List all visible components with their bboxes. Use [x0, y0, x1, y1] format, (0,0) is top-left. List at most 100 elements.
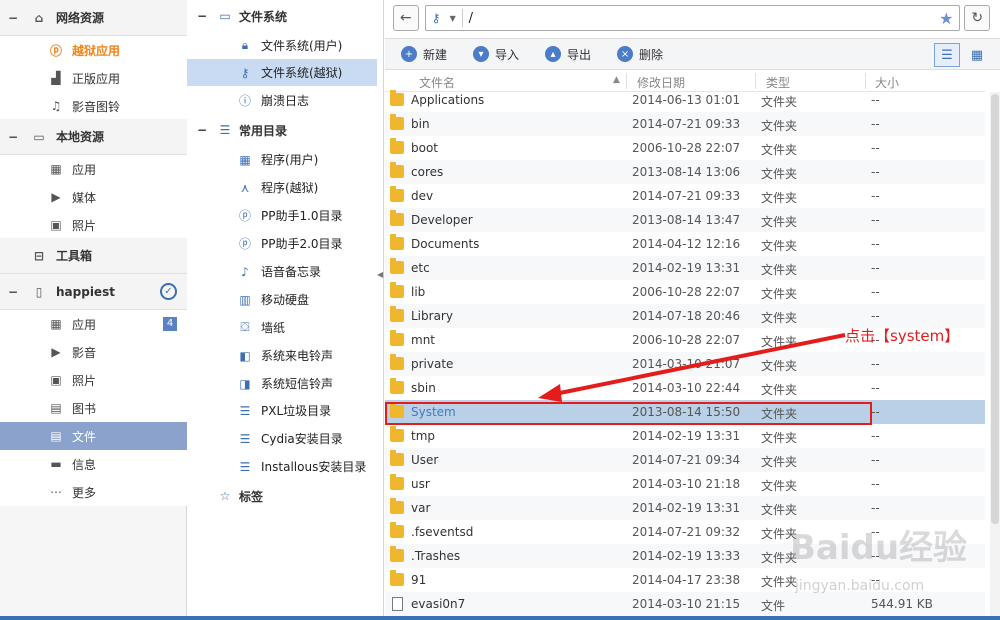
table-row[interactable]: cores 2013-08-14 13:06 文件夹 --	[385, 160, 985, 184]
tree-section-tags[interactable]: − ☆ 标签	[187, 482, 384, 510]
section-device-happiest[interactable]: − ▯ happiest ✓	[0, 274, 187, 310]
sidebar-item-official-apps[interactable]: ▟ 正版应用	[0, 64, 187, 92]
column-divider[interactable]	[755, 73, 756, 89]
sidebar-item-jailbreak-apps[interactable]: ⓟ 越狱应用	[0, 36, 187, 64]
file-type: 文件夹	[761, 311, 798, 325]
section-local-resources[interactable]: − ▭ 本地资源	[0, 119, 187, 155]
tree-item-label: 文件系统(用户)	[261, 39, 343, 53]
path-text[interactable]: /	[469, 11, 473, 26]
tree-item-call-ringtones[interactable]: ◧ 系统来电铃声	[187, 342, 377, 369]
table-row[interactable]: Applications 2014-06-13 01:01 文件夹 --	[385, 88, 985, 112]
sidebar-item-local-photos[interactable]: ▣ 照片	[0, 211, 187, 239]
section-label: 工具箱	[56, 249, 93, 263]
table-row[interactable]: lib 2006-10-28 22:07 文件夹 --	[385, 280, 985, 304]
export-button[interactable]: ▴ 导出	[545, 46, 591, 63]
tree-item-jailbreak-programs[interactable]: ⋏ 程序(越狱)	[187, 174, 377, 201]
tree-item-wallpapers[interactable]: ⛋ 墙纸	[187, 314, 377, 341]
table-row[interactable]: etc 2014-02-19 13:31 文件夹 --	[385, 256, 985, 280]
collapse-icon[interactable]: −	[8, 130, 20, 144]
tree-item-user-filesystem[interactable]: 🔒︎ 文件系统(用户)	[187, 32, 377, 59]
sidebar-item-media-ringtones[interactable]: ♫ 影音图铃	[0, 92, 187, 120]
collapse-icon[interactable]: −	[197, 9, 209, 23]
lock-icon: 🔒︎	[241, 38, 249, 52]
back-button[interactable]: ←	[393, 5, 419, 31]
folder-icon	[390, 474, 404, 490]
import-button[interactable]: ▾ 导入	[473, 46, 519, 63]
sidebar-item-device-photos[interactable]: ▣ 照片	[0, 366, 187, 394]
tree-item-mobile-drive[interactable]: ▥ 移动硬盘	[187, 286, 377, 313]
drive-icon: ▥	[239, 292, 251, 307]
table-row[interactable]: var 2014-02-19 13:31 文件夹 --	[385, 496, 985, 520]
table-row[interactable]: boot 2006-10-28 22:07 文件夹 --	[385, 136, 985, 160]
table-row[interactable]: evasi0n7 2014-03-10 21:15 文件 544.91 KB	[385, 592, 985, 616]
panel-collapse-handle[interactable]: ◀	[377, 270, 384, 284]
file-name: Documents	[411, 237, 480, 251]
tree-item-pp2-dir[interactable]: ⓟ PP助手2.0目录	[187, 230, 377, 257]
tree-item-cydia-dir[interactable]: ☰ Cydia安装目录	[187, 425, 377, 452]
toolbox-icon: ⊟	[33, 248, 45, 263]
tree-item-label: PP助手1.0目录	[261, 209, 343, 223]
modified-date: 2014-02-19 13:31	[632, 429, 741, 443]
sidebar-item-device-books[interactable]: ▤ 图书	[0, 394, 187, 422]
grid-view-button[interactable]: ▦	[964, 43, 990, 67]
tree-item-voice-memos[interactable]: ♪ 语音备忘录	[187, 258, 377, 285]
tree-item-user-programs[interactable]: ▦ 程序(用户)	[187, 146, 377, 173]
collapse-icon[interactable]: −	[8, 285, 20, 299]
view-switcher: ☰ ▦	[930, 43, 990, 67]
table-row[interactable]: dev 2014-07-21 09:33 文件夹 --	[385, 184, 985, 208]
tree-item-label: 系统来电铃声	[261, 349, 334, 363]
column-divider[interactable]	[865, 73, 866, 89]
address-bar[interactable]: ⚷ ▼ / ★	[424, 5, 961, 31]
file-size: --	[871, 261, 880, 275]
table-row[interactable]: usr 2014-03-10 21:18 文件夹 --	[385, 472, 985, 496]
tree-item-crash-logs[interactable]: ⓘ 崩溃日志	[187, 87, 377, 114]
tree-item-pxl-trash[interactable]: ☰ PXL垃圾目录	[187, 397, 377, 424]
new-button[interactable]: + 新建	[401, 46, 447, 63]
modified-date: 2014-02-19 13:31	[632, 501, 741, 515]
table-row[interactable]: bin 2014-07-21 09:33 文件夹 --	[385, 112, 985, 136]
tree-item-label: Installous安装目录	[261, 460, 367, 474]
file-name: private	[411, 357, 454, 371]
compass-icon: ⋏	[240, 180, 250, 195]
table-row[interactable]: User 2014-07-21 09:34 文件夹 --	[385, 448, 985, 472]
tree-section-common-dirs[interactable]: − ☰ 常用目录	[187, 116, 384, 144]
tree-item-label: 程序(用户)	[261, 153, 319, 167]
tree-item-sms-ringtones[interactable]: ◨ 系统短信铃声	[187, 370, 377, 397]
table-row[interactable]: Documents 2014-04-12 12:16 文件夹 --	[385, 232, 985, 256]
export-icon: ▴	[545, 46, 562, 62]
sidebar-item-device-files[interactable]: ▤ 文件	[0, 422, 187, 450]
sidebar-item-local-apps[interactable]: ▦ 应用	[0, 155, 187, 183]
tree-section-filesystem[interactable]: − ▭ 文件系统	[187, 2, 384, 30]
file-type: 文件夹	[761, 431, 798, 445]
table-row[interactable]: tmp 2014-02-19 13:31 文件夹 --	[385, 424, 985, 448]
file-name: evasi0n7	[411, 597, 466, 611]
star-icon[interactable]: ★	[939, 9, 953, 28]
column-divider[interactable]	[626, 73, 627, 89]
tree-item-installous-dir[interactable]: ☰ Installous安装目录	[187, 453, 377, 480]
delete-button[interactable]: × 删除	[617, 46, 663, 63]
list-icon: ☰	[239, 431, 251, 446]
section-network-resources[interactable]: − ⌂ 网络资源	[0, 0, 187, 36]
file-size: --	[871, 141, 880, 155]
tree-item-label: 语音备忘录	[261, 265, 322, 279]
tree-item-label: 移动硬盘	[261, 293, 310, 307]
collapse-icon[interactable]: −	[8, 11, 20, 25]
file-name: boot	[411, 141, 439, 155]
sidebar-item-device-media[interactable]: ▶ 影音	[0, 338, 187, 366]
sidebar-item-device-more[interactable]: ⋯ 更多	[0, 478, 187, 506]
collapse-icon[interactable]: −	[197, 123, 209, 137]
grid-icon: ▦	[50, 317, 62, 331]
sidebar-item-local-media[interactable]: ▶ 媒体	[0, 183, 187, 211]
list-view-button[interactable]: ☰	[934, 43, 960, 67]
refresh-button[interactable]: ↻	[964, 5, 990, 31]
scrollbar-thumb[interactable]	[991, 94, 999, 524]
vertical-scrollbar[interactable]	[990, 92, 1000, 616]
chevron-down-icon[interactable]: ▼	[450, 14, 458, 23]
tree-item-jailbreak-filesystem[interactable]: ⚷ 文件系统(越狱)	[187, 59, 377, 86]
table-row[interactable]: Developer 2013-08-14 13:47 文件夹 --	[385, 208, 985, 232]
tree-item-pp1-dir[interactable]: ⓟ PP助手1.0目录	[187, 202, 377, 229]
section-toolbox[interactable]: − ⊟ 工具箱	[0, 238, 187, 274]
sidebar-item-device-apps[interactable]: ▦ 应用 4	[0, 310, 187, 338]
grid-view-icon: ▦	[970, 47, 984, 63]
sidebar-item-device-messages[interactable]: ▬ 信息	[0, 450, 187, 478]
